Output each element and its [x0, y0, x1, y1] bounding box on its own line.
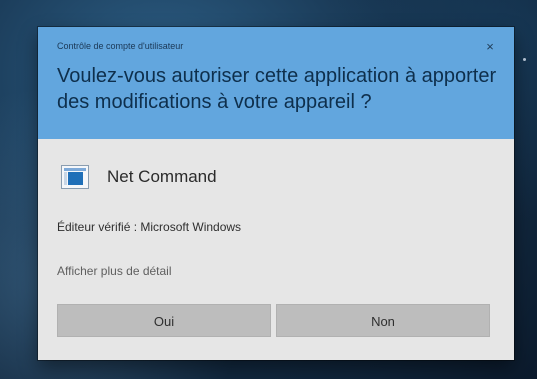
- show-details-link[interactable]: Afficher plus de détail: [57, 264, 172, 279]
- close-button[interactable]: ×: [482, 39, 498, 55]
- dialog-header: Contrôle de compte d'utilisateur × Voule…: [38, 27, 514, 139]
- dialog-caption: Contrôle de compte d'utilisateur: [57, 41, 184, 51]
- app-name: Net Command: [107, 167, 217, 186]
- yes-button[interactable]: Oui: [57, 304, 271, 337]
- no-button[interactable]: Non: [276, 304, 490, 337]
- desktop-edge-mark: [523, 58, 526, 61]
- dialog-question: Voulez-vous autoriser cette application …: [57, 65, 497, 113]
- net-command-app-icon: [61, 165, 89, 189]
- close-icon: ×: [486, 39, 494, 54]
- app-row: Net Command: [61, 165, 321, 193]
- publisher-label: Éditeur vérifié : Microsoft Windows: [57, 220, 242, 234]
- uac-dialog: Contrôle de compte d'utilisateur × Voule…: [38, 27, 514, 360]
